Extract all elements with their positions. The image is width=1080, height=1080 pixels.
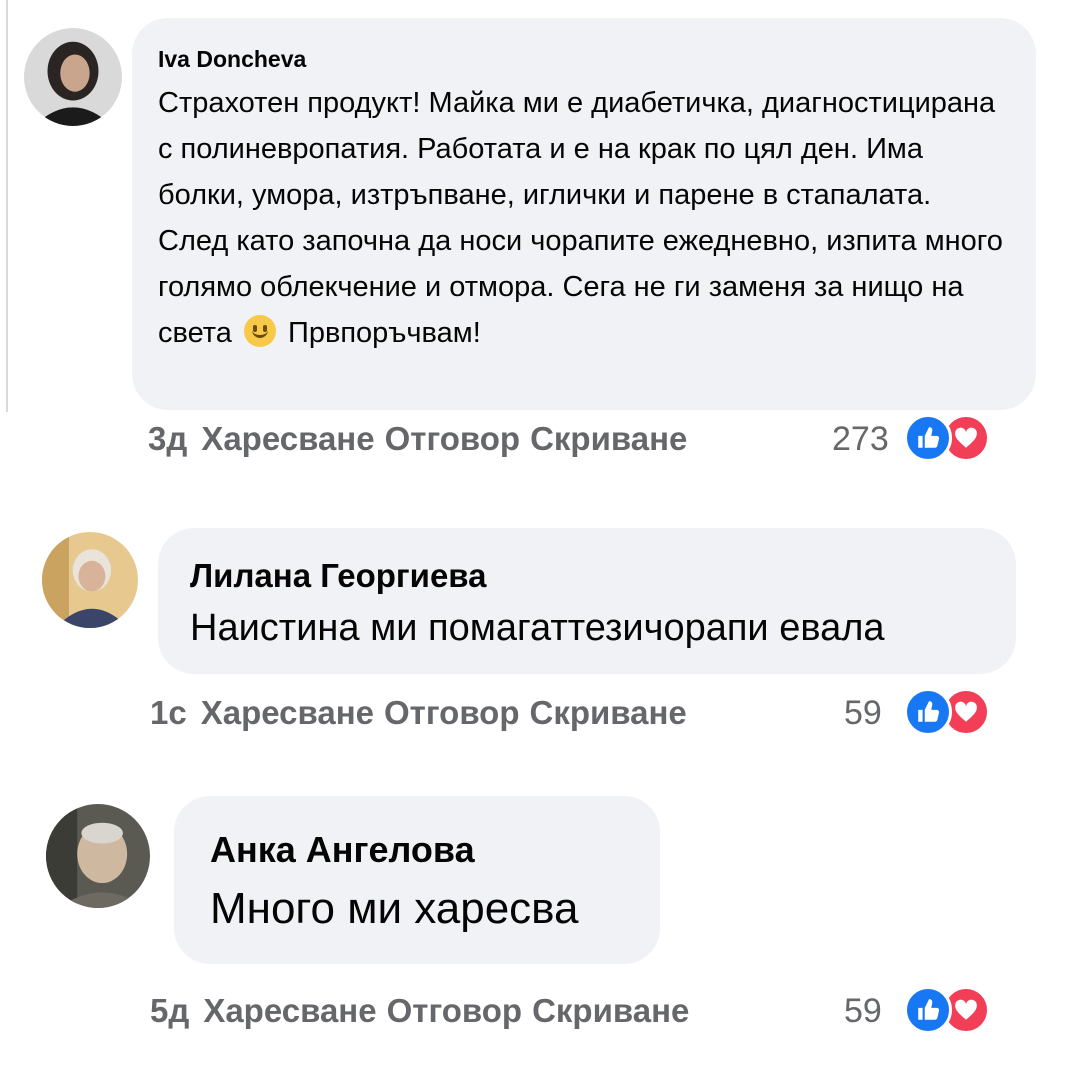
reply-button[interactable]: Отговор <box>387 992 522 1030</box>
comment-bubble: Анка Ангелова Много ми харесва <box>174 796 660 964</box>
like-icon <box>904 414 952 462</box>
like-button[interactable]: Харесване <box>201 420 374 458</box>
comment-author[interactable]: Анка Ангелова <box>210 828 624 872</box>
like-icon <box>904 688 952 736</box>
reactions[interactable] <box>904 688 994 738</box>
comment-author[interactable]: Лилана Георгиева <box>190 556 984 596</box>
thread-line <box>6 0 8 412</box>
comment-timestamp[interactable]: 5д <box>150 992 189 1030</box>
comment-author[interactable]: Iva Doncheva <box>158 44 1010 74</box>
reaction-count[interactable]: 59 <box>844 986 882 1036</box>
comment-actions: 5д Харесване Отговор Скриване <box>150 986 689 1036</box>
comment-text: Страхотен продукт! Майка ми е диабетичка… <box>158 87 1003 349</box>
comment-timestamp[interactable]: 3д <box>148 420 187 458</box>
comment-text: Много ми харесва <box>210 884 579 933</box>
hide-button[interactable]: Скриване <box>529 694 686 732</box>
avatar[interactable] <box>42 532 138 628</box>
reactions[interactable] <box>904 414 994 464</box>
avatar[interactable] <box>24 28 122 126</box>
reactions[interactable] <box>904 986 994 1036</box>
like-button[interactable]: Харесване <box>203 992 376 1030</box>
like-icon <box>904 986 952 1034</box>
comment-bubble: Iva Doncheva Страхотен продукт! Майка ми… <box>132 18 1036 410</box>
like-button[interactable]: Харесване <box>201 694 374 732</box>
comment-timestamp[interactable]: 1с <box>150 694 187 732</box>
comments-page: Iva Doncheva Страхотен продукт! Майка ми… <box>0 0 1080 1080</box>
comment-actions: 3д Харесване Отговор Скриване <box>148 414 687 464</box>
reply-button[interactable]: Отговор <box>385 420 520 458</box>
comment-actions: 1с Харесване Отговор Скриване <box>150 688 687 738</box>
comment-text: Наистина ми помагаттезичорапи евала <box>190 607 885 649</box>
avatar[interactable] <box>46 804 150 908</box>
comment-bubble: Лилана Георгиева Наистина ми помагаттези… <box>158 528 1016 674</box>
slightly-smiling-face-icon <box>243 315 276 347</box>
reaction-count[interactable]: 273 <box>832 414 889 464</box>
reply-button[interactable]: Отговор <box>384 694 519 732</box>
hide-button[interactable]: Скриване <box>532 992 689 1030</box>
hide-button[interactable]: Скриване <box>530 420 687 458</box>
reaction-count[interactable]: 59 <box>844 688 882 738</box>
